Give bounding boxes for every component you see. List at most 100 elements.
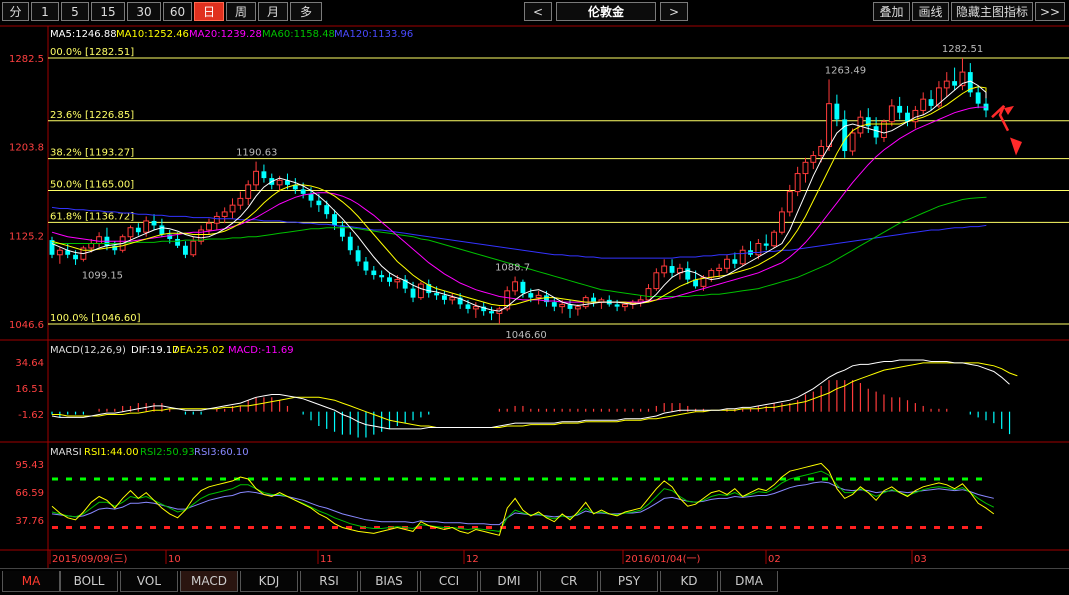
candle-body [873,126,879,138]
tab-kdj[interactable]: KDJ [240,571,298,592]
fib-label-2: 38.2% [1193.27] [50,148,134,159]
legend-ma120: MA120:1133.96 [334,29,413,40]
period-button-7[interactable]: 周 [226,2,256,21]
date-label-4: 2016/01/04(一) [625,554,701,565]
candle-body [127,227,134,238]
prev-symbol-button[interactable]: < [524,2,552,21]
overlay-button[interactable]: 叠加 [873,2,910,21]
candle-body [175,238,181,246]
period-button-5[interactable]: 60 [163,2,192,21]
legend-rsi2: RSI2:50.93 [140,447,195,458]
candle-body [434,293,440,296]
candle-body [574,306,581,310]
period-button-1[interactable]: 1 [31,2,59,21]
candle-body [802,161,809,175]
period-button-4[interactable]: 30 [127,2,161,21]
rsi-tick-2: 37.76 [15,516,44,527]
dea-line [52,362,1018,428]
candle-body [159,225,165,235]
candle-body [732,259,738,264]
candle-body [143,220,150,233]
price-tick-1: 1203.8 [9,143,44,154]
candle-body [716,267,723,272]
macd-panel [51,359,1018,438]
candle-body [708,270,715,278]
tab-ma[interactable]: MA [2,571,60,592]
candle-body [316,200,322,206]
candle-body [653,272,660,290]
candle-body [206,222,212,231]
candle-body [755,242,762,256]
period-button-2[interactable]: 5 [61,2,89,21]
candle-body [221,211,228,217]
candle-body [489,311,494,314]
candle-body [794,173,801,193]
candle-body [849,132,856,152]
candle-body [739,249,746,265]
rsi1-line [51,462,995,536]
tab-psy[interactable]: PSY [600,571,658,592]
rsi-panel [51,462,995,536]
candle-body [347,236,353,251]
price-tick-0: 1282.5 [9,54,44,65]
candle-body [559,303,566,308]
tab-dma[interactable]: DMA [720,571,778,592]
candle-body [417,283,424,299]
more-button[interactable]: >> [1035,2,1065,21]
candle-body [449,297,456,301]
macd-tick-2: -1.62 [18,410,44,421]
hide-main-indicator-button[interactable]: 隐藏主图指标 [951,2,1033,21]
chart-area: 00.0% [1282.51] 23.6% [1226.85] 38.2% [119… [0,25,1069,568]
candle-body [771,231,778,247]
candle-body [442,295,447,300]
period-button-6[interactable]: 日 [194,2,224,21]
candle-body [308,193,314,201]
candle-body [685,268,691,280]
candle-body [300,189,306,194]
tab-macd[interactable]: MACD [180,571,238,592]
candle-body [261,171,267,179]
candle-body [528,293,534,298]
candle-body [324,205,330,215]
tab-bias[interactable]: BIAS [360,571,418,592]
candle-body [151,220,157,226]
draw-line-button[interactable]: 画线 [912,2,949,21]
trend-arrow-head-up [1004,105,1014,115]
candle-body [73,254,78,260]
candle-body [371,270,377,276]
candle-body [763,243,769,246]
period-button-3[interactable]: 15 [91,2,125,21]
tab-boll[interactable]: BOLL [60,571,118,592]
chart-frame [0,25,1069,568]
legend-macd-name: MACD(12,26,9) [50,345,126,356]
period-button-0[interactable]: 分 [2,2,29,21]
candle-body [551,302,557,307]
candle-body [614,304,620,307]
tab-vol[interactable]: VOL [120,571,178,592]
candle-body [669,266,675,273]
macd-tick-0: 34.64 [15,358,44,369]
dif-line [51,359,1010,430]
tab-cci[interactable]: CCI [420,571,478,592]
candle-body [96,236,103,244]
tab-dmi[interactable]: DMI [480,571,538,592]
symbol-title[interactable]: 伦敦金 [556,2,656,21]
candle-body [622,303,628,308]
tab-kd[interactable]: KD [660,571,718,592]
macd-tick-1: 16.51 [15,384,44,395]
price-annotation-5: 1282.51 [942,44,983,55]
candle-body [363,261,369,271]
tab-cr[interactable]: CR [540,571,598,592]
candle-body [778,211,785,233]
date-label-5: 02 [768,554,781,565]
tab-rsi[interactable]: RSI [300,571,358,592]
next-symbol-button[interactable]: > [660,2,688,21]
price-annotation-3: 1046.60 [505,330,546,341]
fibonacci-levels: 00.0% [1282.51] 23.6% [1226.85] 38.2% [119… [48,47,1069,325]
candle-body [842,119,848,152]
period-button-9[interactable]: 多 [290,2,322,21]
rsi3-line [51,481,994,526]
candlesticks [49,57,989,324]
period-button-8[interactable]: 月 [258,2,288,21]
legend-ma20: MA20:1239.28 [189,29,262,40]
